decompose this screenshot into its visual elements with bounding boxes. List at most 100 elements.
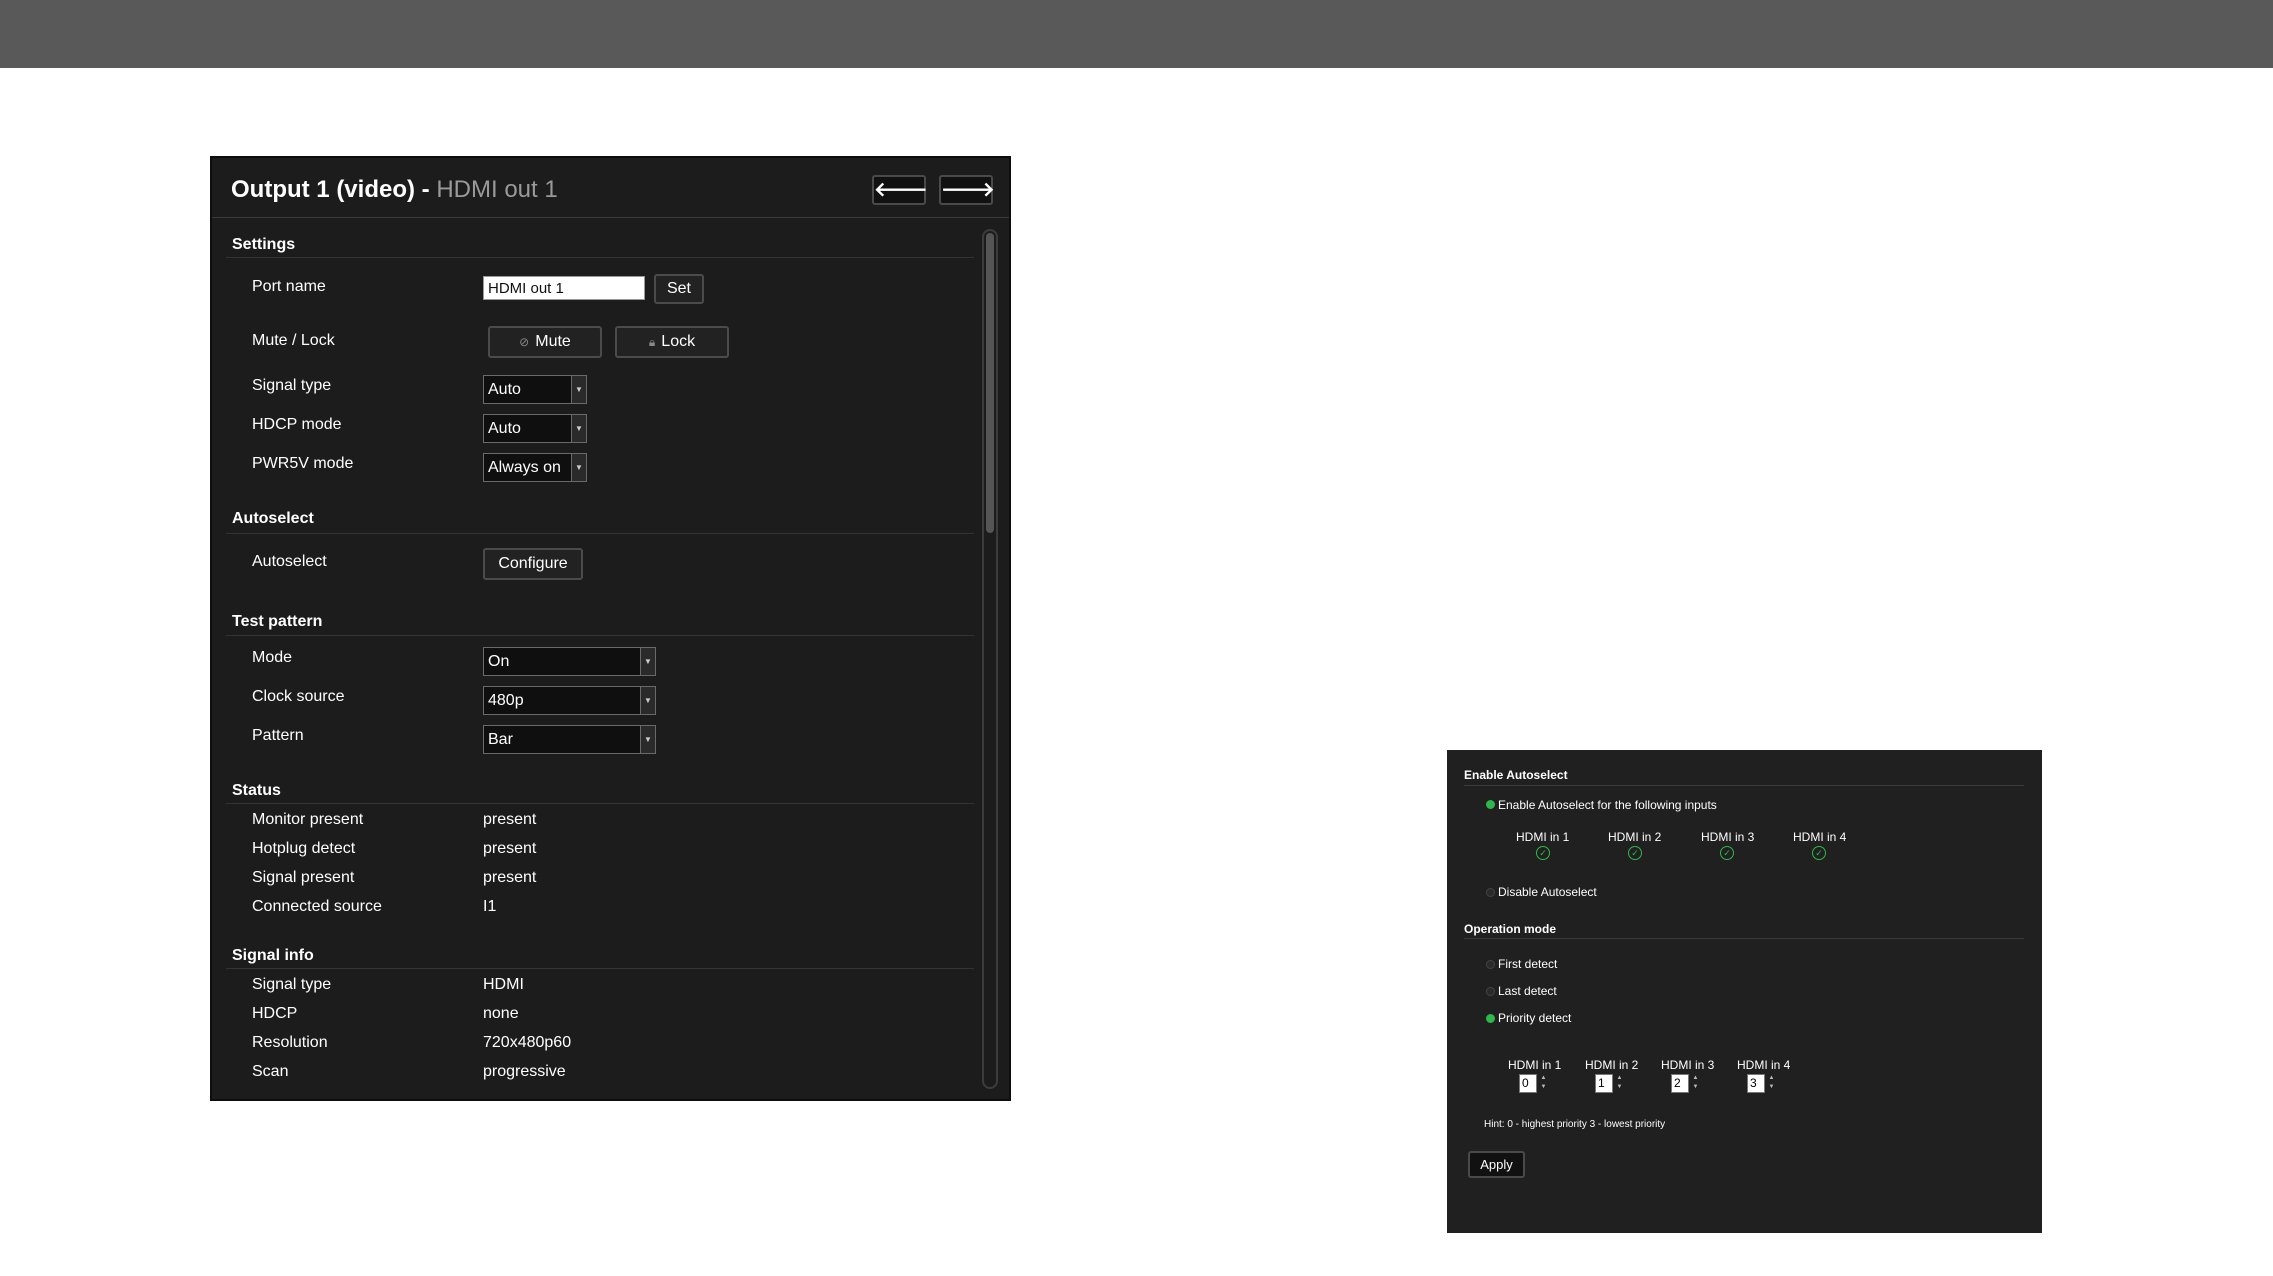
- priority-detect-label: Priority detect: [1498, 1011, 1572, 1025]
- priority-stepper-hdmi-in-4[interactable]: 3 ▲ ▼: [1747, 1074, 1777, 1093]
- test-pattern-heading: Test pattern: [232, 613, 323, 630]
- port-name-label: Port name: [252, 278, 326, 295]
- set-port-name-button[interactable]: Set: [654, 274, 704, 304]
- priority-stepper-hdmi-in-2[interactable]: 1 ▲ ▼: [1595, 1074, 1625, 1093]
- chevron-down-icon: ▼: [640, 687, 655, 714]
- signal-type-select[interactable]: Auto ▼: [483, 375, 587, 404]
- last-detect-label: Last detect: [1498, 984, 1557, 998]
- enable-autoselect-radio[interactable]: [1486, 800, 1495, 809]
- check-icon: ✓: [1631, 848, 1639, 858]
- divider: [1464, 785, 2024, 786]
- priority-stepper-hdmi-in-1[interactable]: 0 ▲ ▼: [1519, 1074, 1549, 1093]
- input-label-hdmi-in-1: HDMI in 1: [1516, 830, 1570, 844]
- scrollbar-thumb[interactable]: [986, 233, 994, 533]
- divider: [1464, 938, 2024, 939]
- lock-icon: 🔒︎: [648, 335, 656, 349]
- first-detect-label: First detect: [1498, 957, 1558, 971]
- stepper-arrows-icon: ▲ ▼: [1616, 1075, 1623, 1090]
- hdcp-mode-label: HDCP mode: [252, 416, 342, 433]
- divider: [226, 968, 974, 969]
- next-port-button[interactable]: 🡒: [939, 175, 995, 205]
- mute-button[interactable]: ⊘ Mute: [488, 326, 602, 358]
- last-detect-radio[interactable]: [1486, 987, 1495, 996]
- panel-header: Output 1 (video) - HDMI out 1 🡐 🡒: [212, 158, 1009, 218]
- lock-button[interactable]: 🔒︎ Lock: [615, 326, 729, 358]
- signal-present-value: present: [483, 869, 537, 886]
- check-icon: ✓: [1539, 848, 1547, 858]
- priority-hint: Hint: 0 - highest priority 3 - lowest pr…: [1484, 1119, 1666, 1130]
- priority-value: 0: [1519, 1074, 1537, 1093]
- pwr5v-mode-value: Always on: [488, 459, 561, 476]
- stepper-arrows-icon: ▲ ▼: [1540, 1075, 1547, 1090]
- clock-source-select[interactable]: 480p ▼: [483, 686, 656, 715]
- previous-port-button[interactable]: 🡐: [872, 175, 928, 205]
- pwr5v-mode-select[interactable]: Always on ▼: [483, 453, 587, 482]
- resolution-label: Resolution: [252, 1034, 328, 1051]
- autoselect-config-panel: Enable Autoselect Enable Autoselect for …: [1447, 750, 2042, 1233]
- disable-autoselect-radio[interactable]: [1486, 888, 1495, 897]
- first-detect-radio[interactable]: [1486, 960, 1495, 969]
- priority-detect-radio[interactable]: [1486, 1014, 1495, 1023]
- settings-heading: Settings: [232, 236, 296, 253]
- priority-label-hdmi-in-3: HDMI in 3: [1661, 1058, 1715, 1072]
- signal-info-heading: Signal info: [232, 947, 314, 964]
- connected-source-value: I1: [483, 898, 497, 915]
- chevron-down-icon: ▼: [571, 415, 586, 442]
- scrollbar[interactable]: [982, 229, 998, 1089]
- monitor-present-label: Monitor present: [252, 811, 364, 828]
- signal-type-info-label: Signal type: [252, 976, 332, 993]
- priority-value: 2: [1671, 1074, 1689, 1093]
- stepper-arrows-icon: ▲ ▼: [1692, 1075, 1699, 1090]
- input-label-hdmi-in-2: HDMI in 2: [1608, 830, 1662, 844]
- mute-icon: ⊘: [519, 335, 530, 349]
- hdmi-in-1-enabled-checkbox[interactable]: ✓: [1536, 846, 1550, 860]
- divider: [226, 635, 974, 636]
- monitor-present-value: present: [483, 811, 537, 828]
- disable-autoselect-label: Disable Autoselect: [1498, 885, 1597, 899]
- lock-button-label: Lock: [661, 333, 696, 350]
- connected-source-label: Connected source: [252, 898, 382, 915]
- hdmi-in-2-enabled-checkbox[interactable]: ✓: [1628, 846, 1642, 860]
- divider: [226, 803, 974, 804]
- divider: [226, 257, 974, 258]
- chevron-down-icon: ▼: [571, 454, 586, 481]
- mute-button-label: Mute: [535, 333, 571, 350]
- enable-autoselect-heading: Enable Autoselect: [1464, 768, 1568, 782]
- apply-button[interactable]: Apply: [1468, 1151, 1525, 1178]
- autoselect-label: Autoselect: [252, 553, 327, 570]
- signal-present-label: Signal present: [252, 869, 355, 886]
- signal-type-value: Auto: [488, 381, 521, 398]
- configure-autoselect-button[interactable]: Configure: [483, 548, 583, 580]
- stepper-arrows-icon: ▲ ▼: [1768, 1075, 1775, 1090]
- scan-label: Scan: [252, 1063, 289, 1080]
- pattern-select[interactable]: Bar ▼: [483, 725, 656, 754]
- hdcp-mode-value: Auto: [488, 420, 521, 437]
- pattern-value: Bar: [488, 731, 513, 748]
- priority-value: 1: [1595, 1074, 1613, 1093]
- hdcp-info-label: HDCP: [252, 1005, 298, 1022]
- input-label-hdmi-in-4: HDMI in 4: [1793, 830, 1847, 844]
- arrow-right-icon: 🡒: [941, 179, 995, 201]
- check-icon: ✓: [1723, 848, 1731, 858]
- operation-mode-heading: Operation mode: [1464, 922, 1557, 936]
- hotplug-detect-label: Hotplug detect: [252, 840, 356, 857]
- mode-label: Mode: [252, 649, 293, 666]
- priority-label-hdmi-in-4: HDMI in 4: [1737, 1058, 1791, 1072]
- output-panel: Output 1 (video) - HDMI out 1 🡐 🡒 Settin…: [210, 156, 1011, 1101]
- arrow-left-icon: 🡐: [874, 179, 928, 201]
- test-pattern-mode-select[interactable]: On ▼: [483, 647, 656, 676]
- check-icon: ✓: [1815, 848, 1823, 858]
- resolution-value: 720x480p60: [483, 1034, 572, 1051]
- hdcp-mode-select[interactable]: Auto ▼: [483, 414, 587, 443]
- panel-title-port: HDMI out 1: [436, 176, 558, 203]
- priority-stepper-hdmi-in-3[interactable]: 2 ▲ ▼: [1671, 1074, 1701, 1093]
- hdmi-in-3-enabled-checkbox[interactable]: ✓: [1720, 846, 1734, 860]
- chevron-down-icon: ▼: [640, 648, 655, 675]
- top-bar: [0, 0, 2273, 68]
- chevron-down-icon: ▼: [640, 726, 655, 753]
- panel-title: Output 1 (video) - HDMI out 1: [231, 176, 558, 204]
- priority-value: 3: [1747, 1074, 1765, 1093]
- port-name-input[interactable]: [483, 276, 645, 300]
- divider: [226, 533, 974, 534]
- hdmi-in-4-enabled-checkbox[interactable]: ✓: [1812, 846, 1826, 860]
